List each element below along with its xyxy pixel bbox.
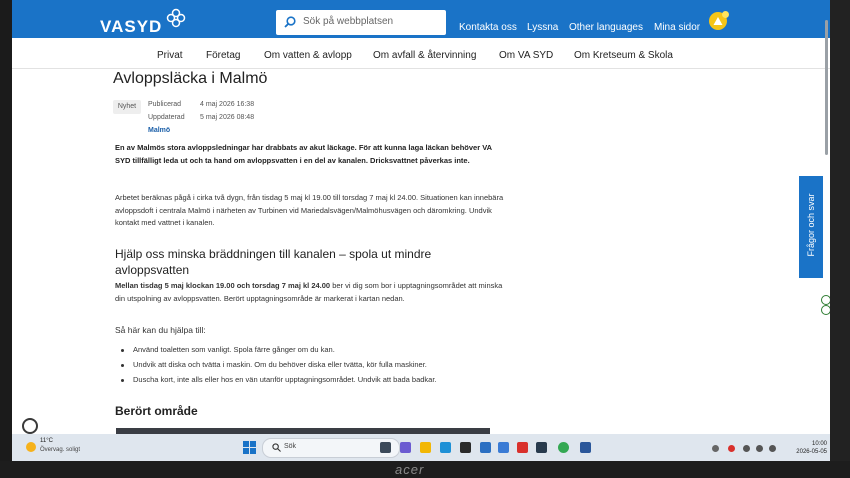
link-lyssna[interactable]: Lyssna <box>527 22 558 33</box>
nav-om-kretseum-skola[interactable]: Om Kretseum & Skola <box>574 50 673 61</box>
side-tool-icon[interactable] <box>821 295 830 305</box>
clock-date: 2026-05-05 <box>796 449 827 455</box>
updated-label: Uppdaterad <box>148 114 185 121</box>
taskbar-search-placeholder: Sök <box>284 443 297 450</box>
link-mina-sidor[interactable]: Mina sidor <box>654 22 700 33</box>
nav-privat[interactable]: Privat <box>157 50 183 61</box>
notification-dot <box>722 11 729 18</box>
weather-description: Övervag. soligt <box>40 447 81 453</box>
site-search-input[interactable]: Sök på webbplatsen <box>276 10 446 35</box>
news-badge: Nyhet <box>113 100 141 114</box>
faq-label: Frågor och svar <box>806 193 816 257</box>
list-item: Undvik att diska och tvätta i maskin. Om… <box>115 360 515 375</box>
side-tool-icon[interactable] <box>821 305 830 315</box>
weather-temperature: 11°C <box>40 438 53 444</box>
task-view-icon[interactable] <box>380 442 391 453</box>
file-explorer-icon[interactable] <box>420 442 431 453</box>
warning-notification-icon[interactable] <box>709 11 729 30</box>
tray-chevron-icon[interactable] <box>712 445 719 452</box>
article-paragraph-2: Mellan tisdag 5 maj klockan 19.00 och to… <box>115 280 505 305</box>
site-header: VASYD Sök på webbplatsen Kontakta oss Ly… <box>12 0 830 38</box>
section-heading-area: Berört område <box>115 404 198 418</box>
weather-sun-icon[interactable] <box>26 442 36 452</box>
main-navigation: Privat Företag Om vatten & avlopp Om avf… <box>12 38 830 69</box>
warning-triangle-icon <box>713 17 723 25</box>
wifi-icon[interactable] <box>743 445 750 452</box>
tray-app-icon[interactable] <box>728 445 735 452</box>
windows-taskbar: 11°C Övervag. soligt Sök 10:00 2026-05-0… <box>12 434 830 461</box>
link-kontakta-oss[interactable]: Kontakta oss <box>459 22 517 33</box>
edge-icon[interactable] <box>440 442 451 453</box>
monitor-bezel-bottom <box>0 461 850 478</box>
browser-screen: VASYD Sök på webbplatsen Kontakta oss Ly… <box>12 0 830 461</box>
clock-time: 10:00 <box>811 441 827 447</box>
nav-om-vatten-avlopp[interactable]: Om vatten & avlopp <box>264 50 352 61</box>
nav-om-va-syd[interactable]: Om VA SYD <box>499 50 553 61</box>
battery-icon[interactable] <box>769 445 776 452</box>
volume-icon[interactable] <box>756 445 763 452</box>
pdf-icon[interactable] <box>517 442 528 453</box>
copilot-icon[interactable] <box>400 442 411 453</box>
acer-logo: acer <box>395 462 425 477</box>
scrollbar[interactable] <box>825 20 828 155</box>
chrome-icon[interactable] <box>558 442 569 453</box>
list-item: Duscha kort, inte alls eller hos en vän … <box>115 375 515 390</box>
windows-start-icon[interactable] <box>243 441 256 454</box>
search-icon <box>272 443 281 452</box>
article-paragraph-1: Arbetet beräknas pågå i cirka två dygn, … <box>115 193 504 227</box>
accessibility-icon[interactable] <box>22 418 38 434</box>
outlook-icon[interactable] <box>498 442 509 453</box>
published-label: Publicerad <box>148 101 182 108</box>
nav-om-avfall-atervinning[interactable]: Om avfall & återvinning <box>373 50 476 61</box>
search-icon <box>284 16 296 28</box>
faq-button[interactable]: Frågor och svar <box>799 176 823 278</box>
paragraph-2-bold: Mellan tisdag 5 maj klockan 19.00 och to… <box>115 281 331 290</box>
terminal-icon[interactable] <box>460 442 471 453</box>
search-placeholder: Sök på webbplatsen <box>303 16 394 27</box>
published-value: 4 maj 2026 16:38 <box>200 101 255 108</box>
article-intro: En av Malmös stora avloppsledningar har … <box>115 143 492 165</box>
monitor-bezel-right <box>830 0 850 478</box>
store-icon[interactable] <box>480 442 491 453</box>
taskbar-clock[interactable]: 10:00 2026-05-05 <box>787 440 827 456</box>
how-to-help-label: Så här kan du hjälpa till: <box>115 325 206 335</box>
list-item: Använd toaletten som vanligt. Spola färr… <box>115 345 515 360</box>
word-icon[interactable] <box>580 442 591 453</box>
location-tag[interactable]: Malmö <box>148 127 170 134</box>
updated-value: 5 maj 2026 08:48 <box>200 114 255 121</box>
vasyd-logo[interactable]: VASYD <box>100 17 162 37</box>
logo-mark-icon <box>166 8 186 28</box>
page-title: Avloppsläcka i Malmö <box>113 70 268 87</box>
section-heading-help: Hjälp oss minska bräddningen till kanale… <box>115 247 432 277</box>
nav-foretag[interactable]: Företag <box>206 50 240 61</box>
help-list: Använd toaletten som vanligt. Spola färr… <box>115 345 515 390</box>
app-icon[interactable] <box>536 442 547 453</box>
link-other-languages[interactable]: Other languages <box>569 22 643 33</box>
